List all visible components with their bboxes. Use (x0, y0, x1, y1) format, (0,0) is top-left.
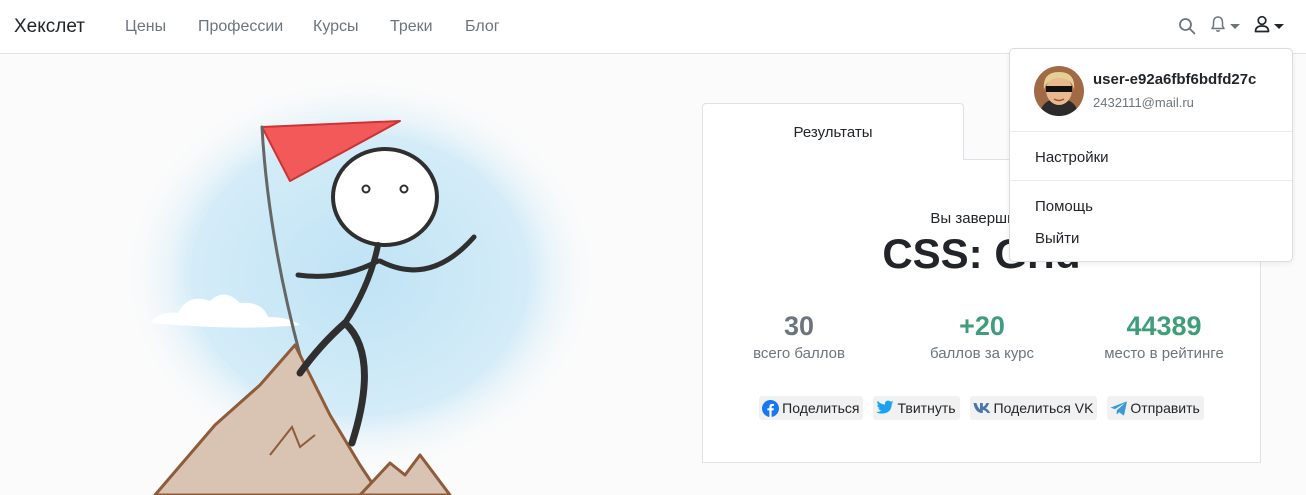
top-navbar: Хекслет Цены Профессии Курсы Треки Блог (0, 0, 1306, 54)
dropdown-divider (1010, 180, 1292, 181)
dropdown-item-logout[interactable]: Выйти (1035, 230, 1079, 247)
tab-results[interactable]: Результаты (702, 103, 964, 160)
stat-total-points: 30 всего баллов (709, 308, 889, 364)
stat-value: 30 (783, 311, 815, 341)
avatar (1034, 66, 1084, 116)
nav-link-blog[interactable]: Блог (465, 18, 500, 36)
share-vk-button[interactable]: Поделиться VK (969, 396, 1098, 420)
dropdown-item-help[interactable]: Помощь (1035, 198, 1093, 215)
share-facebook-button[interactable]: Поделиться (759, 396, 864, 420)
vk-icon (973, 402, 991, 414)
chevron-down-icon (1274, 23, 1284, 29)
share-label: Поделиться (782, 400, 860, 416)
nav-link-tracks[interactable]: Треки (390, 18, 433, 36)
dropdown-username: user-e92a6fbf6bdfd27c (1093, 71, 1257, 88)
dropdown-item-settings[interactable]: Настройки (1035, 149, 1109, 166)
chevron-down-icon (1230, 23, 1240, 29)
nav-link-professions[interactable]: Профессии (198, 18, 283, 36)
nav-link-courses[interactable]: Курсы (313, 18, 359, 36)
user-icon (1254, 15, 1270, 38)
nav-link-prices[interactable]: Цены (125, 18, 166, 36)
stat-value: +20 (959, 311, 1005, 341)
twitter-icon (876, 400, 894, 416)
user-menu-toggle[interactable] (1254, 15, 1284, 38)
share-twitter-button[interactable]: Твитнуть (873, 396, 960, 420)
share-buttons: Поделиться Твитнуть Поделиться VK Отправ… (703, 396, 1260, 420)
dropdown-divider (1010, 131, 1292, 132)
user-dropdown-menu: user-e92a6fbf6bdfd27c 2432111@mail.ru На… (1009, 48, 1293, 262)
stat-rating-place: 44389 место в рейтинге (1074, 308, 1254, 364)
stat-value: 44389 (1126, 311, 1202, 341)
facebook-icon (762, 399, 780, 417)
telegram-icon (1110, 401, 1128, 416)
notifications-dropdown-toggle[interactable] (1210, 15, 1240, 38)
stat-label: место в рейтинге (1104, 345, 1224, 362)
stickman-summit-illustration (0, 55, 640, 495)
bell-icon (1210, 15, 1226, 38)
stat-label: всего баллов (753, 345, 845, 362)
share-label: Твитнуть (897, 400, 956, 416)
dropdown-email: 2432111@mail.ru (1093, 95, 1194, 110)
search-icon[interactable] (1178, 17, 1196, 35)
stickman-head (331, 147, 439, 247)
navbar-icons (1178, 14, 1284, 38)
share-label: Поделиться VK (993, 400, 1094, 416)
share-telegram-button[interactable]: Отправить (1107, 396, 1204, 420)
stat-course-points: +20 баллов за курс (892, 308, 1072, 364)
share-label: Отправить (1130, 400, 1200, 416)
stat-label: баллов за курс (929, 345, 1035, 362)
brand-logo[interactable]: Хекслет (14, 16, 85, 38)
